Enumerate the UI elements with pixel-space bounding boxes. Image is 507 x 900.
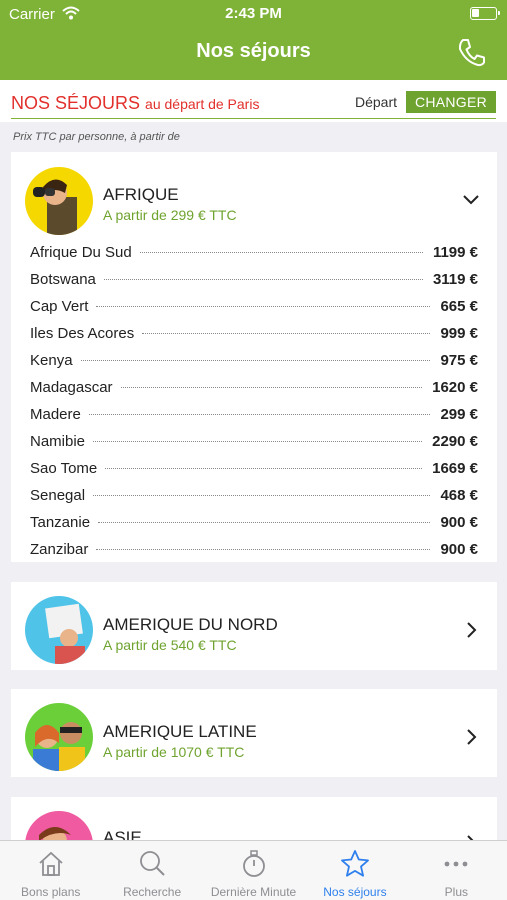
battery-icon [470, 7, 500, 20]
destination-row[interactable]: Iles Des Acores 999 € [30, 325, 478, 352]
tab-bons-plans[interactable]: Bons plans [0, 841, 101, 900]
destination-name: Madere [30, 406, 81, 423]
region-avatar [25, 596, 93, 664]
region-avatar [25, 811, 93, 840]
destination-price: 975 € [440, 352, 478, 369]
tab-label: Nos séjours [323, 885, 387, 899]
dot-leader [93, 441, 423, 442]
destination-name: Madagascar [30, 379, 113, 396]
destination-name: Iles Des Acores [30, 325, 135, 342]
destination-name: Senegal [30, 487, 86, 504]
destination-price: 1669 € [432, 460, 478, 477]
destination-row[interactable]: Tanzanie 900 € [30, 514, 478, 541]
region-name: ASIE [103, 828, 142, 840]
destination-price: 999 € [440, 325, 478, 342]
tab-derniere-minute[interactable]: Dernière Minute [203, 841, 304, 900]
destination-list: Afrique Du Sud 1199 € Botswana 3119 € Ca… [30, 244, 478, 562]
departure-label: Départ [355, 94, 398, 110]
status-bar: Carrier 2:43 PM [0, 0, 507, 28]
region-starting-price: A partir de 299 € TTC [103, 207, 237, 223]
region-name: AMERIQUE DU NORD [103, 615, 278, 634]
price-note: Prix TTC par personne, à partir de [13, 131, 180, 143]
dot-leader [105, 468, 423, 469]
dot-leader [80, 360, 431, 361]
chevron-down-icon[interactable] [461, 190, 481, 210]
destination-price: 1199 € [432, 244, 478, 261]
dot-leader [142, 333, 431, 334]
region-card-amerique-du-nord[interactable]: AMERIQUE DU NORD A partir de 540 € TTC [11, 582, 497, 670]
destination-price: 900 € [440, 514, 478, 531]
destination-name: Cap Vert [30, 298, 89, 315]
destination-name: Tanzanie [30, 514, 91, 531]
tab-label: Plus [444, 885, 468, 899]
tab-nos-sejours[interactable]: Nos séjours [304, 841, 405, 900]
departure-title: NOS SÉJOURS au départ de Paris [11, 93, 259, 114]
destination-row[interactable]: Sao Tome 1669 € [30, 460, 478, 487]
destination-price: 2290 € [432, 433, 478, 450]
dot-leader [120, 387, 423, 388]
destination-price: 3119 € [432, 271, 478, 288]
departure-city: au départ de Paris [145, 96, 260, 112]
dot-leader [96, 549, 431, 550]
chevron-right-icon[interactable] [461, 727, 481, 747]
region-card-amerique-latine[interactable]: AMERIQUE LATINE A partir de 1070 € TTC [11, 689, 497, 777]
departure-bar: NOS SÉJOURS au départ de Paris Départ CH… [0, 80, 507, 122]
destination-row[interactable]: Madere 299 € [30, 406, 478, 433]
search-icon [140, 851, 165, 876]
departure-heading: NOS SÉJOURS [11, 93, 141, 113]
region-card-afrique: AFRIQUE A partir de 299 € TTC Afrique Du… [11, 152, 497, 562]
chevron-right-icon[interactable] [461, 833, 481, 840]
destination-name: Zanzibar [30, 541, 89, 558]
dot-leader [103, 279, 423, 280]
region-avatar [25, 703, 93, 771]
destination-row[interactable]: Madagascar 1620 € [30, 379, 478, 406]
dot-leader [93, 495, 431, 496]
tab-recherche[interactable]: Recherche [101, 841, 202, 900]
destination-row[interactable]: Namibie 2290 € [30, 433, 478, 460]
destination-price: 665 € [440, 298, 478, 315]
clock: 2:43 PM [225, 5, 282, 22]
divider [11, 118, 496, 119]
region-card-asie[interactable]: ASIE [11, 797, 497, 840]
destination-row[interactable]: Cap Vert 665 € [30, 298, 478, 325]
star-icon [341, 850, 369, 877]
change-departure-button[interactable]: CHANGER [406, 91, 496, 113]
destination-price: 468 € [440, 487, 478, 504]
tab-bar: Bons plans Recherche Dernière Minute Nos… [0, 840, 507, 900]
tab-label: Recherche [123, 885, 182, 899]
destination-price: 900 € [440, 541, 478, 558]
phone-icon[interactable] [457, 37, 485, 67]
tab-label: Dernière Minute [210, 885, 297, 899]
destination-price: 1620 € [432, 379, 478, 396]
stopwatch-icon [242, 850, 265, 877]
top-bar: Carrier 2:43 PM Nos séjours [0, 0, 507, 80]
tab-label: Bons plans [21, 885, 81, 899]
dot-leader [96, 306, 431, 307]
destination-name: Namibie [30, 433, 86, 450]
destination-price: 299 € [440, 406, 478, 423]
region-starting-price: A partir de 1070 € TTC [103, 744, 245, 760]
destination-name: Sao Tome [30, 460, 98, 477]
chevron-right-icon[interactable] [461, 620, 481, 640]
dot-leader [139, 252, 423, 253]
dot-leader [98, 522, 431, 523]
region-starting-price: A partir de 540 € TTC [103, 637, 237, 653]
destination-row[interactable]: Senegal 468 € [30, 487, 478, 514]
more-icon [444, 861, 468, 867]
destination-row[interactable]: Afrique Du Sud 1199 € [30, 244, 478, 271]
page-title: Nos séjours [196, 40, 311, 62]
region-avatar [25, 167, 93, 235]
destination-name: Afrique Du Sud [30, 244, 132, 261]
dot-leader [88, 414, 431, 415]
region-name: AFRIQUE [103, 185, 179, 204]
house-icon [39, 851, 63, 876]
destination-name: Kenya [30, 352, 73, 369]
tab-plus[interactable]: Plus [406, 841, 507, 900]
destination-row[interactable]: Botswana 3119 € [30, 271, 478, 298]
region-name: AMERIQUE LATINE [103, 722, 257, 741]
destination-row[interactable]: Kenya 975 € [30, 352, 478, 379]
destination-row[interactable]: Zanzibar 900 € [30, 541, 478, 562]
destination-name: Botswana [30, 271, 96, 288]
